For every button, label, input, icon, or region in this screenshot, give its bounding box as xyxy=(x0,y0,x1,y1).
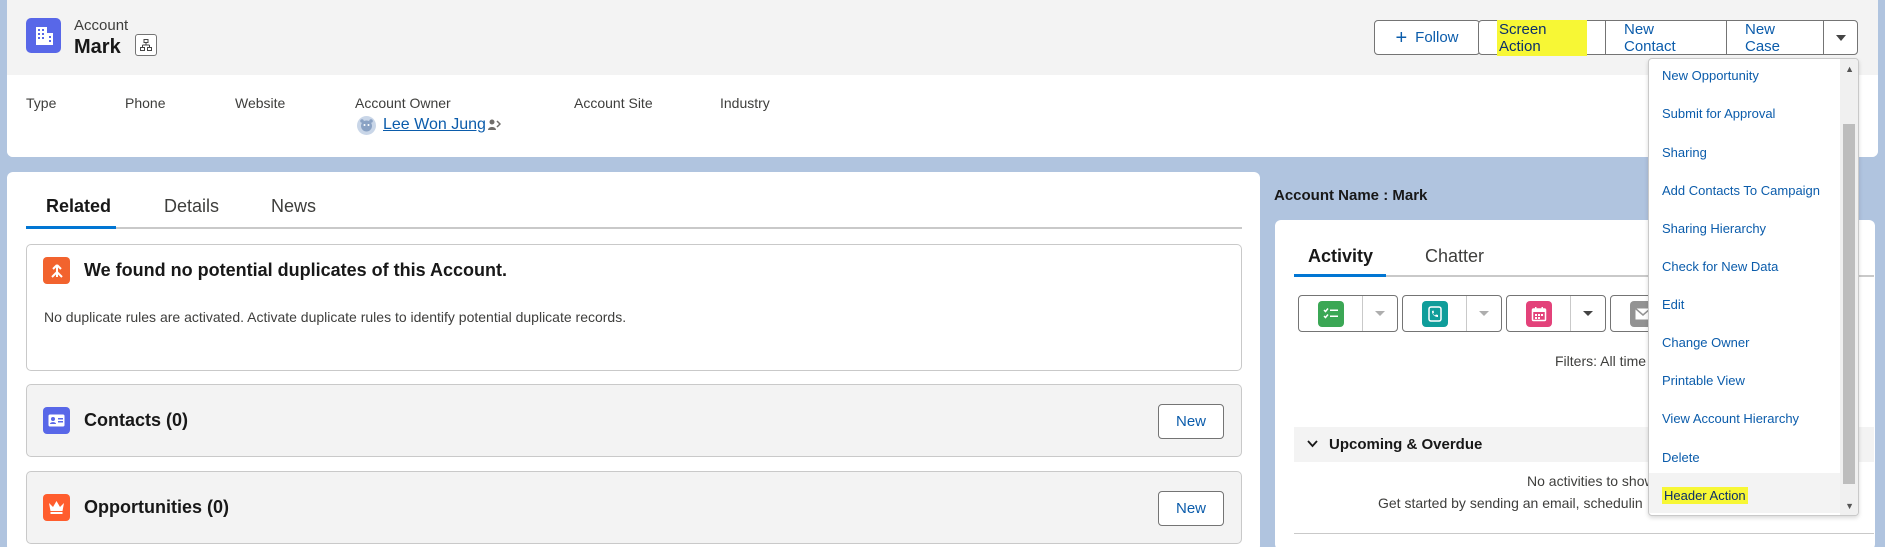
scroll-up-icon[interactable]: ▲ xyxy=(1845,64,1854,74)
divider xyxy=(1294,533,1874,534)
chevron-down-icon[interactable] xyxy=(1467,296,1501,331)
chevron-down-icon[interactable] xyxy=(1571,296,1605,331)
calendar-icon xyxy=(1525,300,1552,327)
contacts-title: Contacts (0) xyxy=(84,410,189,430)
tab-activity[interactable]: Activity xyxy=(1308,246,1373,267)
header-fields xyxy=(7,75,1878,157)
menu-item-printable-view[interactable]: Printable View xyxy=(1662,373,1745,388)
hierarchy-icon[interactable] xyxy=(135,34,157,56)
contacts-card: Contacts (0) New xyxy=(26,384,1242,457)
tab-bar: Related Details News xyxy=(26,196,1242,229)
crown-icon xyxy=(43,494,70,521)
menu-item-sharing[interactable]: Sharing xyxy=(1662,145,1707,160)
field-website-label: Website xyxy=(235,95,286,111)
avatar xyxy=(357,116,376,135)
opportunities-card: Opportunities (0) New xyxy=(26,471,1242,544)
field-phone-label: Phone xyxy=(125,95,166,111)
menu-item-delete[interactable]: Delete xyxy=(1662,450,1700,465)
menu-item-change-owner[interactable]: Change Owner xyxy=(1662,335,1749,350)
tab-related[interactable]: Related xyxy=(46,196,111,217)
duplicates-card: We found no potential duplicates of this… xyxy=(26,244,1242,371)
more-actions-dropdown-button[interactable] xyxy=(1823,20,1858,55)
chevron-down-icon xyxy=(1306,437,1319,453)
duplicates-title: We found no potential duplicates of this… xyxy=(84,260,507,280)
new-case-button[interactable]: New Case xyxy=(1727,20,1827,55)
menu-item-header-action[interactable]: Header Action xyxy=(1662,487,1748,504)
more-actions-menu: New Opportunity Submit for Approval Shar… xyxy=(1648,58,1859,516)
duplicates-body: No duplicate rules are activated. Activa… xyxy=(44,309,627,325)
task-icon xyxy=(1317,300,1344,327)
menu-item-new-opportunity[interactable]: New Opportunity xyxy=(1662,68,1759,83)
merge-icon xyxy=(43,257,70,284)
follow-button[interactable]: + Follow xyxy=(1374,20,1480,55)
menu-item-view-account-hierarchy[interactable]: View Account Hierarchy xyxy=(1662,411,1799,426)
screen-action-button[interactable]: Screen Action xyxy=(1478,19,1606,56)
tab-chatter[interactable]: Chatter xyxy=(1425,246,1484,267)
active-tab-indicator xyxy=(1294,274,1386,277)
chevron-down-icon[interactable] xyxy=(1363,296,1397,331)
menu-item-submit-for-approval[interactable]: Submit for Approval xyxy=(1662,106,1775,121)
phone-icon xyxy=(1421,300,1448,327)
activity-filters[interactable]: Filters: All time xyxy=(1555,353,1646,369)
contact-card-icon xyxy=(43,407,70,434)
tab-details[interactable]: Details xyxy=(164,196,219,217)
log-call-button[interactable] xyxy=(1402,295,1502,332)
new-task-button[interactable] xyxy=(1298,295,1398,332)
plus-icon: + xyxy=(1395,26,1408,49)
field-industry-label: Industry xyxy=(720,95,770,111)
new-contact-label: New Contact xyxy=(1624,20,1676,55)
screen-action-label: Screen Action xyxy=(1497,19,1587,56)
active-tab-indicator xyxy=(26,226,116,229)
account-name-label: Account Name : Mark xyxy=(1274,187,1428,204)
menu-item-add-contacts-to-campaign[interactable]: Add Contacts To Campaign xyxy=(1662,183,1820,198)
follow-label: Follow xyxy=(1415,29,1459,46)
new-case-label: New Case xyxy=(1745,20,1781,55)
menu-item-edit[interactable]: Edit xyxy=(1662,297,1684,312)
account-owner-link[interactable]: Lee Won Jung xyxy=(383,116,486,134)
new-contact-button[interactable]: New Contact xyxy=(1606,20,1727,55)
menu-item-sharing-hierarchy[interactable]: Sharing Hierarchy xyxy=(1662,221,1766,236)
related-tab-panel: Related Details News We found no potenti… xyxy=(7,172,1260,547)
scrollbar-thumb[interactable] xyxy=(1843,124,1855,484)
object-type-label: Account xyxy=(74,17,129,34)
contacts-new-button[interactable]: New xyxy=(1158,404,1224,439)
chevron-down-icon xyxy=(1835,34,1846,41)
no-activities-text: No activities to show. xyxy=(1527,473,1658,489)
tab-news[interactable]: News xyxy=(271,196,316,217)
field-owner-label: Account Owner xyxy=(355,95,451,111)
change-owner-icon[interactable] xyxy=(487,118,502,135)
header-action-label: Header Action xyxy=(1662,487,1748,504)
opportunities-title: Opportunities (0) xyxy=(84,497,229,517)
field-type-label: Type xyxy=(26,95,57,111)
building-icon xyxy=(26,18,61,53)
action-button-group: Screen Action New Contact New Case xyxy=(1478,19,1827,56)
menu-scrollbar[interactable]: ▲ ▼ xyxy=(1840,59,1858,515)
record-header: Account Mark + Follow Screen Action New … xyxy=(7,0,1878,157)
field-site-label: Account Site xyxy=(574,95,653,111)
scroll-down-icon[interactable]: ▼ xyxy=(1845,501,1854,511)
opportunities-new-button[interactable]: New xyxy=(1158,491,1224,526)
record-name: Mark xyxy=(74,36,121,58)
menu-item-check-for-new-data[interactable]: Check for New Data xyxy=(1662,259,1778,274)
upcoming-overdue-label: Upcoming & Overdue xyxy=(1329,436,1483,453)
new-event-button[interactable] xyxy=(1506,295,1606,332)
get-started-text: Get started by sending an email, schedul… xyxy=(1378,495,1643,511)
